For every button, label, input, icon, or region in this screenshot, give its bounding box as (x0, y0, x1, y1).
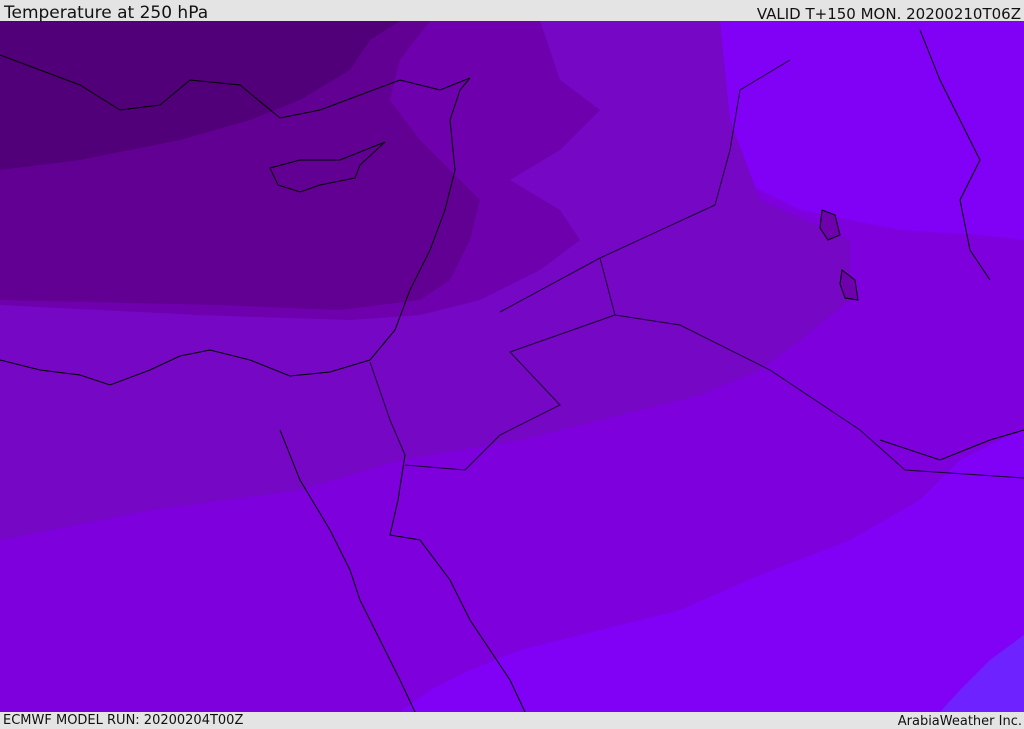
footer-bar: ECMWF MODEL RUN: 20200204T00Z ArabiaWeat… (0, 712, 1024, 729)
map-title: Temperature at 250 hPa (4, 3, 209, 23)
header-bar: Temperature at 250 hPa VALID T+150 MON. … (0, 0, 1024, 23)
valid-time-label: VALID T+150 MON. 20200210T06Z (756, 5, 1021, 23)
weather-map[interactable] (0, 21, 1024, 712)
model-run-label: ECMWF MODEL RUN: 20200204T00Z (3, 713, 244, 728)
credit-label: ArabiaWeather Inc. (897, 714, 1022, 729)
